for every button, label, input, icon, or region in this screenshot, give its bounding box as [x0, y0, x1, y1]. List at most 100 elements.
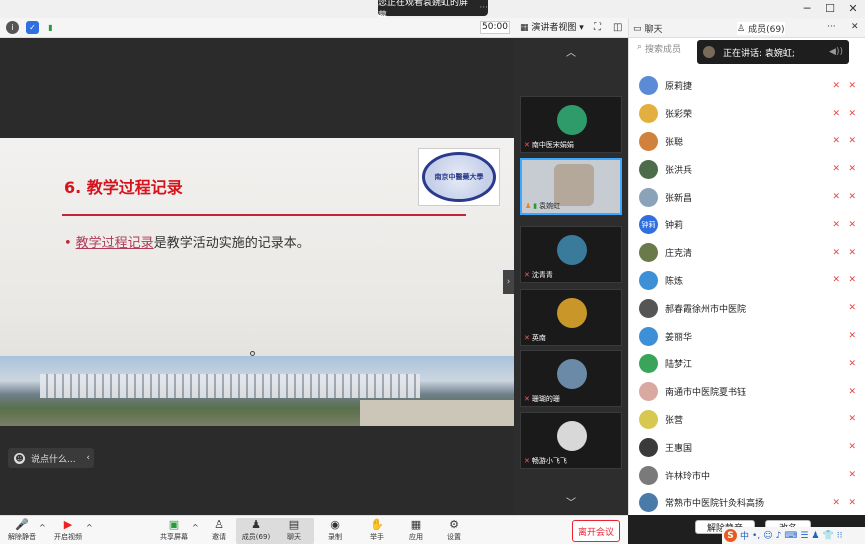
speaker-icon: ◀)): [829, 47, 843, 57]
video-off-icon[interactable]: ✕: [832, 109, 840, 119]
info-icon[interactable]: i: [6, 21, 19, 34]
tab-chat[interactable]: ▭ 聊天: [633, 22, 663, 36]
member-row[interactable]: 姜丽华 ✕: [629, 322, 865, 350]
close-icon[interactable]: ✕: [851, 22, 859, 32]
member-row[interactable]: 张聪 ✕ ✕: [629, 128, 865, 156]
video-tile[interactable]: ✕ 珊瑚的珊: [520, 350, 622, 407]
mic-off-icon[interactable]: ✕: [848, 164, 856, 174]
mic-off-icon[interactable]: ✕: [848, 331, 856, 341]
mic-off-icon[interactable]: ✕: [848, 109, 856, 119]
scroll-up-icon[interactable]: ︿: [514, 44, 628, 59]
ime-tool-icon[interactable]: •,: [752, 531, 760, 541]
member-row[interactable]: 许林玲市中 ✕: [629, 461, 865, 489]
shield-icon[interactable]: ✓: [26, 21, 39, 34]
unmute-button[interactable]: 🎤 解除静音: [2, 518, 42, 544]
member-row[interactable]: 张彩荣 ✕ ✕: [629, 100, 865, 128]
sogou-logo-icon[interactable]: S: [724, 529, 737, 542]
ime-tool-icon[interactable]: ♪: [776, 531, 782, 541]
video-tile-active[interactable]: ♟ ▮ 袁婉虹: [520, 158, 622, 215]
mic-off-icon[interactable]: ✕: [848, 359, 856, 369]
video-off-icon[interactable]: ✕: [832, 498, 840, 508]
member-row[interactable]: 钟莉 钟莉 ✕ ✕: [629, 211, 865, 239]
invite-button[interactable]: ♙ 邀请: [199, 518, 239, 544]
video-off-icon[interactable]: ✕: [832, 81, 840, 91]
chevron-up-icon[interactable]: ^: [39, 523, 46, 532]
ime-lang[interactable]: 中: [740, 529, 749, 542]
more-icon[interactable]: ···: [827, 22, 836, 32]
ime-tool-icon[interactable]: ⌨: [784, 531, 797, 541]
ime-tool-icon[interactable]: ⁝⁝: [837, 531, 843, 541]
member-row[interactable]: 郝春霞徐州市中医院 ✕: [629, 294, 865, 322]
member-row[interactable]: 常熟市中医院针灸科高扬 ✕ ✕: [629, 489, 865, 517]
raise-hand-button[interactable]: ✋ 举手: [357, 518, 397, 544]
ime-tool-icon[interactable]: ☺: [763, 531, 772, 541]
emoji-icon[interactable]: ☻: [14, 452, 25, 464]
mic-off-icon[interactable]: ✕: [848, 248, 856, 258]
settings-label: 设置: [447, 533, 461, 541]
member-row[interactable]: 张洪兵 ✕ ✕: [629, 155, 865, 183]
tab-members[interactable]: ♙ 成员(69): [737, 22, 785, 35]
chevron-up-icon[interactable]: ^: [192, 523, 199, 532]
chat-button[interactable]: ▤ 聊天: [274, 518, 314, 544]
search-input[interactable]: ⌕ 搜索成员: [637, 42, 697, 55]
members-button[interactable]: ♟ 成员(69): [236, 518, 276, 544]
video-off-icon[interactable]: ✕: [832, 192, 840, 202]
collapse-strip-button[interactable]: ›: [503, 270, 514, 294]
mic-off-icon[interactable]: ✕: [848, 470, 856, 480]
share-label: 共享屏幕: [160, 533, 188, 541]
mic-off-icon[interactable]: ✕: [848, 442, 856, 452]
leave-meeting-button[interactable]: 离开会议: [572, 520, 620, 542]
member-row[interactable]: 王惠国 ✕: [629, 433, 865, 461]
mic-off-icon[interactable]: ✕: [848, 303, 856, 313]
chevron-left-icon[interactable]: ‹: [86, 453, 90, 463]
video-tile[interactable]: ✕ 畅游小飞飞: [520, 412, 622, 469]
video-tile[interactable]: ✕ 英南: [520, 289, 622, 346]
mic-off-icon[interactable]: ✕: [848, 136, 856, 146]
video-off-icon[interactable]: ✕: [832, 275, 840, 285]
fullscreen-icon[interactable]: ⛶: [594, 22, 601, 33]
mic-off-icon[interactable]: ✕: [848, 387, 856, 397]
video-tile[interactable]: ✕ 沈青青: [520, 226, 622, 283]
member-row[interactable]: 张营 ✕: [629, 406, 865, 434]
video-off-icon[interactable]: ✕: [832, 164, 840, 174]
signal-icon[interactable]: ▮: [44, 21, 57, 34]
mic-off-icon[interactable]: ✕: [848, 220, 856, 230]
mic-off-icon[interactable]: ✕: [848, 81, 856, 91]
apps-button[interactable]: ▦ 应用: [396, 518, 436, 544]
settings-button[interactable]: ⚙ 设置: [434, 518, 474, 544]
share-screen-button[interactable]: ▣ 共享屏幕: [154, 518, 194, 544]
chevron-up-icon[interactable]: ^: [86, 523, 93, 532]
video-button[interactable]: ▶ 开启视频: [48, 518, 88, 544]
video-off-icon[interactable]: ✕: [832, 248, 840, 258]
share-banner[interactable]: 您正在观看袁婉虹的屏幕 ···: [378, 0, 488, 21]
video-off-icon[interactable]: ✕: [832, 136, 840, 146]
avatar: [639, 409, 658, 429]
mic-off-icon[interactable]: ✕: [848, 414, 856, 424]
mic-off-icon[interactable]: ✕: [848, 498, 856, 508]
ime-tool-icon[interactable]: ☰: [800, 531, 808, 541]
layout-icon[interactable]: ◫: [613, 22, 622, 33]
mic-off-icon[interactable]: ✕: [848, 192, 856, 202]
member-row[interactable]: 张新昌 ✕ ✕: [629, 183, 865, 211]
tab-members-label: 成员(69): [748, 25, 785, 35]
chat-input[interactable]: ☻ 说点什么... ‹: [8, 448, 94, 468]
video-off-icon[interactable]: ✕: [832, 220, 840, 230]
member-row[interactable]: 原莉捷 ✕ ✕: [629, 72, 865, 100]
view-mode-button[interactable]: ▦ 演讲者视图 ▾: [520, 20, 584, 33]
mic-off-icon[interactable]: ✕: [848, 275, 856, 285]
search-placeholder: 搜索成员: [645, 45, 682, 55]
member-row[interactable]: 陈炼 ✕ ✕: [629, 267, 865, 295]
scroll-down-icon[interactable]: ﹀: [514, 494, 628, 509]
more-icon[interactable]: ···: [479, 3, 488, 13]
close-icon[interactable]: ✕: [846, 2, 860, 15]
member-row[interactable]: 南通市中医院夏书钰 ✕: [629, 378, 865, 406]
ime-tool-icon[interactable]: 👕: [822, 531, 833, 541]
restore-icon[interactable]: ☐: [823, 2, 837, 15]
minimize-icon[interactable]: ─: [800, 2, 814, 15]
member-row[interactable]: 陆梦江 ✕: [629, 350, 865, 378]
ime-tool-icon[interactable]: ♟: [811, 531, 819, 541]
record-button[interactable]: ◉ 录制: [315, 518, 355, 544]
member-row[interactable]: 庄克清 ✕ ✕: [629, 239, 865, 267]
tile-name-text: 珊瑚的珊: [531, 395, 560, 403]
video-tile[interactable]: ✕ 南中医宋娟娟: [520, 96, 622, 153]
